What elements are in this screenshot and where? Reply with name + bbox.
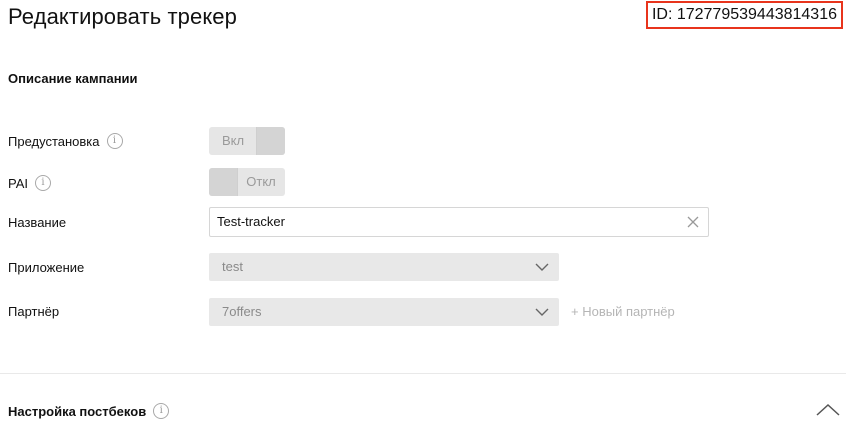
chevron-down-icon: [535, 308, 549, 316]
partner-select[interactable]: 7offers: [209, 298, 559, 326]
info-icon[interactable]: i: [153, 403, 170, 419]
pai-row-label: PAI i: [8, 175, 51, 191]
section-divider: [0, 373, 846, 374]
app-select[interactable]: test: [209, 253, 559, 281]
new-partner-link[interactable]: + Новый партнёр: [571, 304, 675, 319]
close-icon[interactable]: [686, 215, 700, 229]
info-icon[interactable]: i: [106, 133, 123, 149]
partner-label: Партнёр: [8, 304, 60, 319]
toggle-knob: [256, 127, 285, 155]
name-label: Название: [8, 215, 67, 230]
pai-toggle[interactable]: Откл: [209, 168, 285, 196]
info-icon[interactable]: i: [35, 175, 51, 191]
app-select-value: test: [222, 259, 243, 274]
pai-toggle-label: Откл: [246, 174, 276, 189]
preset-label: Предустановка: [8, 133, 100, 149]
preset-toggle-label: Вкл: [221, 133, 245, 148]
page-title: Редактировать трекер: [8, 4, 237, 29]
campaign-section-title: Описание кампании: [8, 71, 138, 86]
chevron-up-icon[interactable]: [816, 403, 840, 417]
chevron-down-icon: [535, 263, 549, 271]
app-label: Приложение: [8, 260, 85, 275]
preset-toggle[interactable]: Вкл: [209, 127, 285, 155]
postbacks-row-label: Настройка постбеков i: [8, 403, 170, 419]
postbacks-section-title: Настройка постбеков: [8, 403, 147, 419]
name-field[interactable]: Test-tracker: [209, 207, 709, 237]
name-field-value[interactable]: Test-tracker: [217, 208, 285, 236]
toggle-knob: [209, 168, 238, 196]
pai-label: PAI: [8, 175, 28, 191]
preset-row-label: Предустановка i: [8, 133, 123, 149]
tracker-id-badge: ID: 172779539443814316: [645, 1, 843, 29]
partner-select-value: 7offers: [222, 304, 262, 319]
